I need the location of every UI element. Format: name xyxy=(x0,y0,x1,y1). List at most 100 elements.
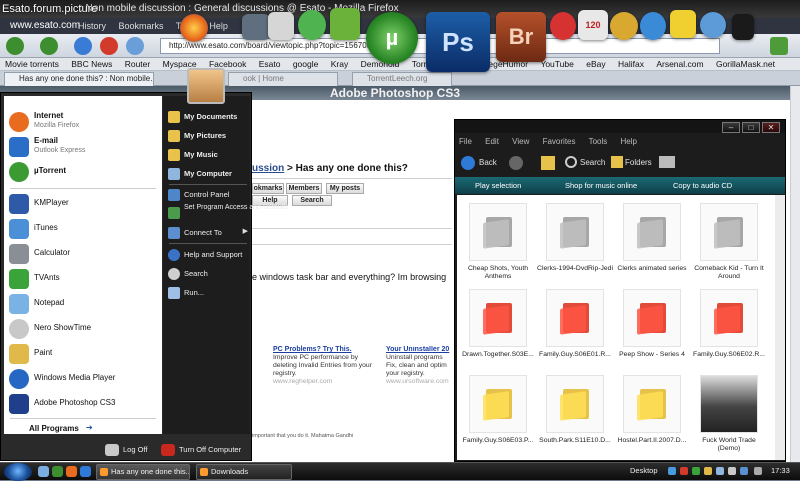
utorrent-icon[interactable]: µ xyxy=(366,12,418,64)
home-icon[interactable] xyxy=(126,37,144,55)
ad-block[interactable]: Your Uninstaller 20 Uninstall programs F… xyxy=(386,346,454,386)
bookmark-item[interactable]: google xyxy=(293,59,319,69)
menu-favorites[interactable]: Favorites xyxy=(543,137,576,146)
program-tvants[interactable]: TVAnts xyxy=(7,267,159,291)
close-button[interactable]: ✕ xyxy=(762,122,780,133)
program-itunes[interactable]: iTunes xyxy=(7,217,159,241)
search-toolbar-button[interactable]: Search xyxy=(580,158,605,167)
place-my-music[interactable]: My Music xyxy=(165,146,250,164)
folder-item[interactable]: Drawn.Together.S03E... xyxy=(460,289,536,359)
page-scrollbar[interactable] xyxy=(790,86,800,463)
tray-icon[interactable] xyxy=(668,467,676,475)
tab-torrentleech[interactable]: TorrentLeech.org xyxy=(352,72,452,86)
program-nero[interactable]: Nero ShowTime xyxy=(7,317,159,341)
menu-edit[interactable]: Edit xyxy=(485,137,499,146)
app-icon[interactable] xyxy=(242,14,270,40)
ad-title[interactable]: Your Uninstaller 20 xyxy=(386,346,454,354)
folder-item[interactable]: South.Park.S11E10.D... xyxy=(537,375,613,445)
bookmarks-button[interactable]: okmarks xyxy=(252,183,284,194)
bridge-icon[interactable]: Br xyxy=(496,12,546,62)
stop-icon[interactable] xyxy=(100,37,118,55)
lightning-icon[interactable] xyxy=(330,8,360,40)
volume-icon[interactable] xyxy=(754,467,762,475)
tray-icon[interactable] xyxy=(740,467,748,475)
place-help-support[interactable]: Help and Support xyxy=(165,246,250,264)
search-button[interactable]: Search xyxy=(292,195,332,206)
back-icon[interactable] xyxy=(6,37,24,55)
place-program-access[interactable]: Set Program Access and Defaults xyxy=(165,204,289,222)
place-run[interactable]: Run... xyxy=(165,284,250,302)
menu-help[interactable]: Help xyxy=(209,21,228,31)
bookmark-item[interactable]: Esato xyxy=(259,59,281,69)
menu-file[interactable]: File xyxy=(459,137,472,146)
gear-icon[interactable] xyxy=(700,12,726,38)
folder-item[interactable]: Hostel.Part.II.2007.D... xyxy=(614,375,690,445)
program-paint[interactable]: Paint xyxy=(7,342,159,366)
log-off-button[interactable]: Log Off xyxy=(105,444,147,460)
folder-item[interactable]: Comeback Kid - Turn It Around xyxy=(691,203,767,281)
desktop-toolbar[interactable]: Desktop xyxy=(630,466,658,475)
pinned-email[interactable]: E-mail Outlook Express xyxy=(7,135,159,159)
pinned-internet[interactable]: Internet Mozilla Firefox xyxy=(7,110,159,134)
pinned-utorrent[interactable]: µTorrent xyxy=(7,160,159,184)
app-icon[interactable] xyxy=(298,10,326,40)
copy-audio-cd-link[interactable]: Copy to audio CD xyxy=(673,177,732,194)
folder-item[interactable]: Clerks animated series xyxy=(614,203,690,273)
photoshop-icon[interactable]: Ps xyxy=(426,12,490,72)
place-my-documents[interactable]: My Documents xyxy=(165,108,250,126)
counter-icon[interactable]: 120 xyxy=(578,10,608,40)
app-icon[interactable] xyxy=(268,12,294,40)
go-icon[interactable] xyxy=(770,37,788,55)
menu-help[interactable]: Help xyxy=(621,137,637,146)
program-calculator[interactable]: Calculator xyxy=(7,242,159,266)
folder-item[interactable]: Fuck World Trade (Demo) xyxy=(691,375,767,453)
program-wmp[interactable]: Windows Media Player xyxy=(7,367,159,391)
tray-icon[interactable] xyxy=(680,467,688,475)
tab-forum[interactable]: Has any one done this? : Non mobile... xyxy=(4,72,154,86)
forward-icon[interactable] xyxy=(40,37,58,55)
shop-music-link[interactable]: Shop for music online xyxy=(565,177,637,194)
breadcrumb-link[interactable]: ussion xyxy=(252,163,284,174)
tray-icon[interactable] xyxy=(716,467,724,475)
ad-title[interactable]: PC Problems? Try This. xyxy=(273,346,383,354)
bookmark-item[interactable]: Router xyxy=(125,59,151,69)
start-button[interactable] xyxy=(4,463,32,481)
back-icon[interactable] xyxy=(461,156,475,170)
app-icon[interactable] xyxy=(670,10,696,38)
menu-bookmarks[interactable]: Bookmarks xyxy=(119,21,164,31)
tray-icon[interactable] xyxy=(704,467,712,475)
menu-history[interactable]: History xyxy=(78,21,106,31)
minimize-button[interactable]: – xyxy=(722,122,740,133)
taskbar-button-firefox[interactable]: Has any one done this... xyxy=(96,464,190,480)
menu-view[interactable]: View xyxy=(512,137,529,146)
folder-item[interactable]: Family.Guy.S06E02.R... xyxy=(691,289,767,359)
bookmark-item[interactable]: Arsenal.com xyxy=(656,59,703,69)
bookmark-item[interactable]: Kray xyxy=(331,59,348,69)
folder-item[interactable]: Family.Guy.S06E01.R... xyxy=(537,289,613,359)
bookmark-item[interactable]: BBC News xyxy=(71,59,112,69)
play-selection-link[interactable]: Play selection xyxy=(475,177,521,194)
views-icon[interactable] xyxy=(659,156,675,168)
up-folder-icon[interactable] xyxy=(541,156,555,170)
user-avatar[interactable] xyxy=(187,68,225,104)
tray-icon[interactable] xyxy=(692,467,700,475)
folders-button[interactable]: Folders xyxy=(625,158,652,167)
turn-off-button[interactable]: Turn Off Computer xyxy=(161,444,241,460)
quick-launch-icon[interactable] xyxy=(80,466,91,477)
folder-item[interactable]: Cheap Shots, Youth Anthems xyxy=(460,203,536,281)
place-my-computer[interactable]: My Computer xyxy=(165,165,250,183)
quick-launch-icon[interactable] xyxy=(52,466,63,477)
trash-icon[interactable] xyxy=(732,14,754,40)
program-kmplayer[interactable]: KMPlayer xyxy=(7,192,159,216)
place-connect-to[interactable]: Connect To ▶ xyxy=(165,224,250,242)
bookmark-item[interactable]: Movie torrents xyxy=(5,59,59,69)
quick-launch-icon[interactable] xyxy=(38,466,49,477)
search-icon[interactable] xyxy=(565,156,577,168)
menu-tools[interactable]: Tools xyxy=(589,137,608,146)
my-posts-button[interactable]: My posts xyxy=(326,183,364,194)
ad-url[interactable]: www.ursoftware.com xyxy=(386,378,449,385)
back-button[interactable]: Back xyxy=(479,158,497,167)
clock[interactable]: 17:33 xyxy=(771,466,790,475)
folder-item[interactable]: Family.Guy.S06E03.P... xyxy=(460,375,536,445)
reload-icon[interactable] xyxy=(74,37,92,55)
